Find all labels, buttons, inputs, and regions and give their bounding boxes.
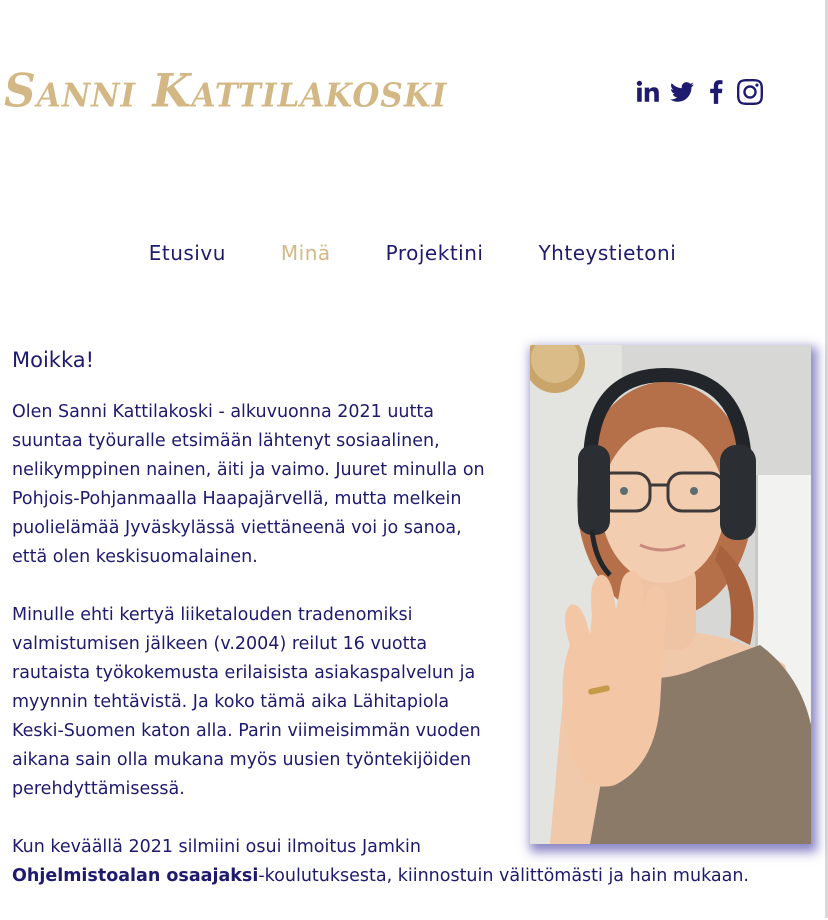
page-heading: Moikka!: [12, 348, 95, 372]
instagram-icon: [737, 79, 763, 105]
nav-item-projektini[interactable]: Projektini: [386, 241, 484, 265]
experience-paragraph: Minulle ehti kertyä liiketalouden traden…: [12, 605, 481, 799]
linkedin-link[interactable]: [634, 76, 662, 108]
nav-item-etusivu[interactable]: Etusivu: [149, 241, 226, 265]
profile-photo: [530, 345, 811, 844]
nav-item-yhteystietoni[interactable]: Yhteystietoni: [538, 241, 676, 265]
portrait-illustration: [530, 345, 811, 844]
facebook-link[interactable]: [702, 76, 730, 108]
about-content: Moikka! Olen Sanni Kattilakoski - alkuvu…: [12, 345, 749, 920]
instagram-link[interactable]: [736, 76, 764, 108]
main-nav: Etusivu Minä Projektini Yhteystietoni: [0, 241, 825, 265]
training-text-start: Kun keväällä 2021 silmiini osui ilmoitus…: [12, 837, 422, 857]
site-logo[interactable]: Sanni Kattilakoski: [4, 65, 447, 119]
nav-item-mina[interactable]: Minä: [281, 241, 331, 265]
twitter-icon: [670, 82, 694, 102]
intro-paragraph: Olen Sanni Kattilakoski - alkuvuonna 202…: [12, 402, 485, 567]
linkedin-icon: [636, 80, 659, 102]
twitter-link[interactable]: [668, 76, 696, 108]
social-links: [634, 76, 764, 108]
course-link[interactable]: Ohjelmistoalan osaajaksi: [12, 866, 258, 886]
facebook-icon: [710, 80, 723, 104]
training-text-end: -koulutuksesta, kiinnostuin välittömästi…: [258, 866, 749, 886]
